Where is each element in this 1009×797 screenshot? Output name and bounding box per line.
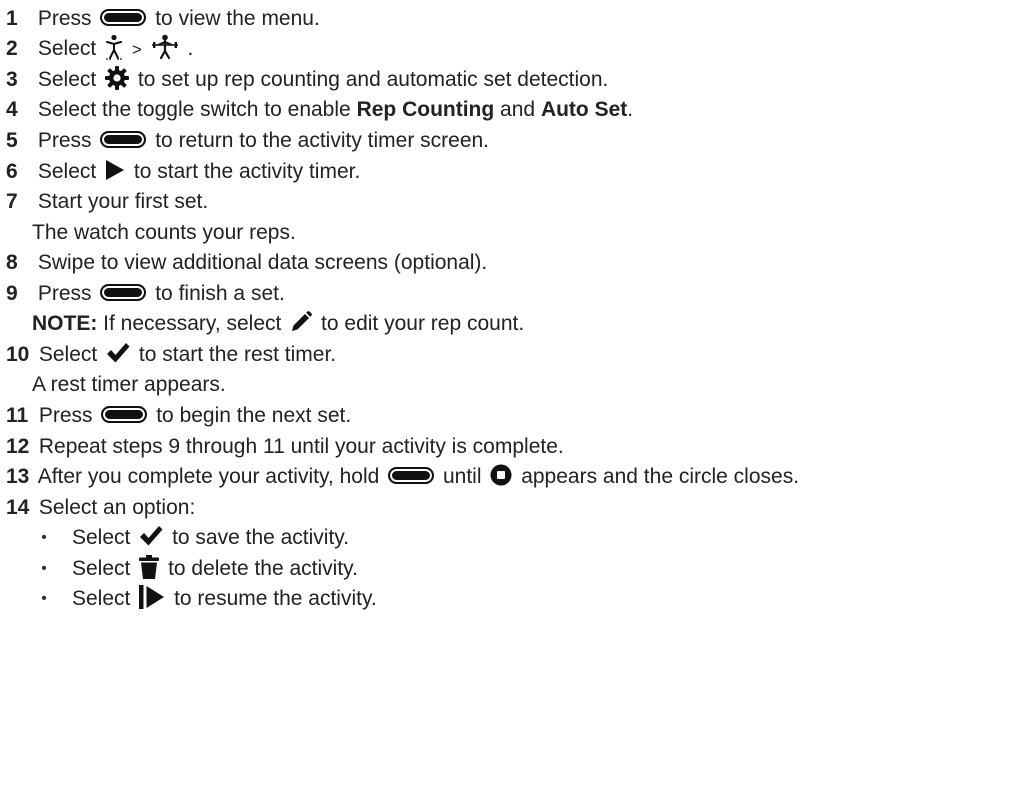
step-number: 3 [6, 68, 18, 91]
option-save: • Select to save the activity. [41, 523, 350, 553]
step-text: appears and the circle closes. [521, 465, 800, 488]
step-number: 7 [6, 190, 18, 213]
step-text: to start the rest timer. [138, 343, 337, 366]
step-number: 11 [6, 404, 29, 427]
step-number: 14 [6, 496, 30, 519]
step-number: 9 [6, 282, 18, 305]
resume-icon [139, 585, 165, 610]
action-button-icon [100, 283, 147, 301]
step-text: and [500, 98, 536, 121]
note-label: NOTE: [32, 312, 98, 335]
step-5: 5 Press to return to the activity timer … [6, 126, 1005, 156]
step-text: Select the toggle switch to enable [37, 98, 351, 121]
step-1: 1 Press to view the menu. [6, 4, 1005, 34]
step-7-result: The watch counts your reps. [32, 221, 296, 244]
step-text: Select [38, 343, 98, 366]
strength-icon [106, 35, 123, 61]
step-3: 3 Select to set up rep counting and auto… [6, 65, 1005, 95]
step-text: Select [37, 68, 97, 91]
step-number: 10 [6, 343, 30, 366]
step-text: until [442, 465, 482, 488]
action-button-icon [100, 130, 147, 148]
bullet: • [41, 590, 47, 607]
weightlifting-icon [151, 35, 178, 60]
step-text: Start your first set. [37, 190, 209, 213]
step-6: 6 Select to start the activity timer. [6, 157, 1005, 187]
step-text: Select an option: [38, 496, 196, 519]
option-text: Select [72, 557, 131, 580]
step-text: Swipe to view additional data screens (o… [37, 251, 488, 274]
step-text: to begin the next set. [156, 404, 352, 427]
gear-icon [105, 66, 130, 91]
instruction-list: 1 Press to view the menu. 2 Select > . 3… [0, 0, 1009, 797]
step-9: 9 Press to finish a set. [6, 279, 1005, 309]
step-8: 8 Swipe to view additional data screens … [6, 248, 1005, 278]
action-button-icon [388, 466, 435, 484]
option-delete: • Select to delete the activity. [41, 554, 358, 584]
step-text: After you complete your activity, hold [37, 465, 380, 488]
option-text: to resume the activity. [174, 587, 377, 610]
step-text: Press [37, 7, 92, 30]
step-number: 2 [6, 37, 18, 60]
step-10: 10 Select to start the rest timer. [6, 340, 1005, 370]
step-12: 12 Repeat steps 9 through 11 until your … [6, 432, 1005, 462]
setting-name: Auto Set [540, 98, 628, 121]
note-text: If necessary, select [103, 312, 282, 335]
step-text: . [627, 98, 634, 121]
step-number: 4 [6, 98, 18, 121]
step-13: 13 After you complete your activity, hol… [6, 462, 1005, 492]
step-number: 13 [6, 465, 30, 488]
setting-name: Rep Counting [356, 98, 495, 121]
pencil-icon [292, 311, 313, 332]
option-text: Select [72, 526, 131, 549]
step-11: 11 Press to begin the next set. [6, 401, 1005, 431]
step-text: to start the activity timer. [133, 160, 361, 183]
step-text: Select [37, 160, 97, 183]
step-number: 1 [6, 7, 18, 30]
step-9-note: NOTE: If necessary, select to edit your … [32, 309, 524, 339]
action-button-icon [100, 8, 147, 26]
step-text: Select [37, 37, 97, 60]
play-icon [106, 160, 125, 181]
step-text: Press [38, 404, 93, 427]
step-text: Press [37, 129, 92, 152]
step-text: Press [37, 282, 92, 305]
step-text: Repeat steps 9 through 11 until your act… [38, 435, 564, 458]
step-text: to return to the activity timer screen. [155, 129, 490, 152]
step-number: 6 [6, 160, 18, 183]
step-text: . [187, 37, 194, 60]
checkmark-icon [107, 343, 130, 363]
step-text: to finish a set. [155, 282, 285, 305]
step-text: to set up rep counting and automatic set… [137, 68, 609, 91]
trash-icon [139, 555, 160, 580]
checkmark-icon [140, 526, 163, 546]
step-10-result: A rest timer appears. [32, 373, 226, 396]
action-button-icon [101, 405, 148, 423]
note-text: to edit your rep count. [321, 312, 525, 335]
separator: > [131, 40, 142, 59]
step-text: to view the menu. [155, 7, 320, 30]
option-text: to save the activity. [172, 526, 350, 549]
option-text: to delete the activity. [168, 557, 358, 580]
step-number: 5 [6, 129, 18, 152]
step-14: 14 Select an option: [6, 493, 1005, 523]
step-number: 12 [6, 435, 30, 458]
step-4: 4 Select the toggle switch to enable Rep… [6, 95, 1005, 125]
option-text: Select [72, 587, 131, 610]
bullet: • [41, 529, 47, 546]
step-7: 7 Start your first set. [6, 187, 1005, 217]
bullet: • [41, 560, 47, 577]
stop-icon [490, 464, 512, 486]
option-resume: • Select to resume the activity. [41, 584, 377, 614]
step-number: 8 [6, 251, 18, 274]
step-2: 2 Select > . [6, 34, 1005, 64]
